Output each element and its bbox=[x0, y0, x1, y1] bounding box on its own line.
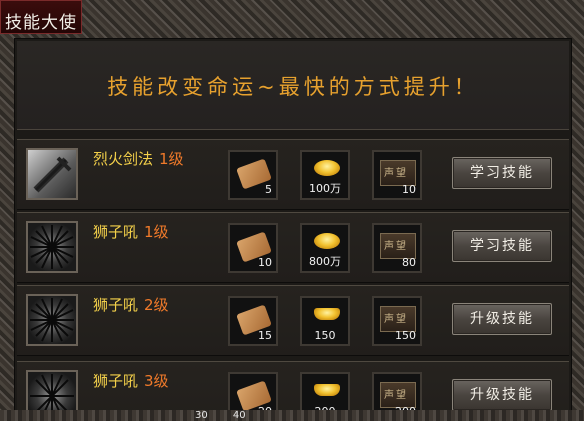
skill-row: 狮子吼 2级 15 150 声望 150 升级技能 bbox=[17, 285, 569, 356]
gold-amount: 800万 bbox=[309, 255, 341, 268]
skill-book-count: 15 bbox=[258, 329, 272, 342]
burst-icon bbox=[30, 298, 74, 342]
skill-panel: 技能改变命运~最快的方式提升！ 烈火剑法 1级 5 100万 声望 10 学习技能 bbox=[14, 38, 572, 412]
skill-row: 狮子吼 1级 10 800万 声望 80 学习技能 bbox=[17, 212, 569, 283]
skill-row: 烈火剑法 1级 5 100万 声望 10 学习技能 bbox=[17, 139, 569, 210]
gold-slot[interactable]: 800万 bbox=[300, 223, 350, 273]
gold-bar-icon bbox=[314, 384, 340, 396]
skill-level: 2级 bbox=[144, 296, 169, 314]
bottom-frame bbox=[0, 410, 584, 421]
reputation-slot[interactable]: 声望 200 bbox=[372, 372, 422, 411]
gold-slot[interactable]: 150 bbox=[300, 296, 350, 346]
skill-name: 烈火剑法 1级 bbox=[93, 148, 184, 169]
skill-level: 3级 bbox=[144, 372, 169, 390]
gold-amount: 100万 bbox=[309, 182, 341, 195]
skill-name-text: 狮子吼 bbox=[93, 372, 139, 390]
reputation-label: 声望 bbox=[384, 314, 408, 325]
gold-icon bbox=[314, 233, 340, 249]
reputation-label: 声望 bbox=[384, 241, 408, 252]
burst-icon bbox=[30, 225, 74, 269]
skill-book-slot[interactable]: 10 bbox=[228, 223, 278, 273]
skill-row: 狮子吼 3级 20 200 声望 200 升级技能 bbox=[17, 361, 569, 411]
reputation-amount: 10 bbox=[402, 183, 416, 196]
sword-icon bbox=[33, 156, 72, 193]
window-title: 技能大使 bbox=[5, 13, 77, 33]
lion-roar-skill-icon[interactable] bbox=[26, 294, 78, 346]
bottom-counter: 30 40 bbox=[195, 410, 246, 421]
reputation-label: 声望 bbox=[384, 390, 408, 401]
gold-slot[interactable]: 200 bbox=[300, 372, 350, 411]
reputation-slot[interactable]: 声望 80 bbox=[372, 223, 422, 273]
upgrade-skill-button[interactable]: 升级技能 bbox=[452, 303, 552, 335]
bottom-right-number: 40 bbox=[232, 410, 246, 421]
skill-level: 1级 bbox=[159, 150, 184, 168]
bottom-left-number: 30 bbox=[195, 410, 208, 421]
gold-icon bbox=[314, 160, 340, 176]
lion-roar-skill-icon[interactable] bbox=[26, 370, 78, 411]
gold-slot[interactable]: 100万 bbox=[300, 150, 350, 200]
skill-level: 1级 bbox=[144, 223, 169, 241]
skill-book-count: 5 bbox=[265, 183, 272, 196]
gold-bar-icon bbox=[314, 308, 340, 320]
reputation-slot[interactable]: 声望 10 bbox=[372, 150, 422, 200]
upgrade-skill-button[interactable]: 升级技能 bbox=[452, 379, 552, 411]
skill-name-text: 狮子吼 bbox=[93, 296, 139, 314]
fire-sword-skill-icon[interactable] bbox=[26, 148, 78, 200]
reputation-slot[interactable]: 声望 150 bbox=[372, 296, 422, 346]
lion-roar-skill-icon[interactable] bbox=[26, 221, 78, 273]
skill-book-slot[interactable]: 5 bbox=[228, 150, 278, 200]
learn-skill-button[interactable]: 学习技能 bbox=[452, 230, 552, 262]
skill-name: 狮子吼 2级 bbox=[93, 294, 169, 315]
skill-book-count: 10 bbox=[258, 256, 272, 269]
window-title-tab: 技能大使 bbox=[0, 0, 82, 34]
skill-name: 狮子吼 1级 bbox=[93, 221, 169, 242]
skill-name: 狮子吼 3级 bbox=[93, 370, 169, 391]
gold-amount: 150 bbox=[314, 329, 336, 342]
reputation-amount: 150 bbox=[395, 329, 416, 342]
skill-name-text: 狮子吼 bbox=[93, 223, 139, 241]
burst-icon bbox=[30, 374, 74, 411]
reputation-amount: 80 bbox=[402, 256, 416, 269]
reputation-label: 声望 bbox=[384, 168, 408, 179]
skill-book-slot[interactable]: 15 bbox=[228, 296, 278, 346]
learn-skill-button[interactable]: 学习技能 bbox=[452, 157, 552, 189]
slogan-text: 技能改变命运~最快的方式提升！ bbox=[107, 75, 479, 99]
skill-name-text: 烈火剑法 bbox=[93, 150, 154, 168]
panel-header: 技能改变命运~最快的方式提升！ bbox=[17, 41, 569, 130]
skill-book-slot[interactable]: 20 bbox=[228, 372, 278, 411]
